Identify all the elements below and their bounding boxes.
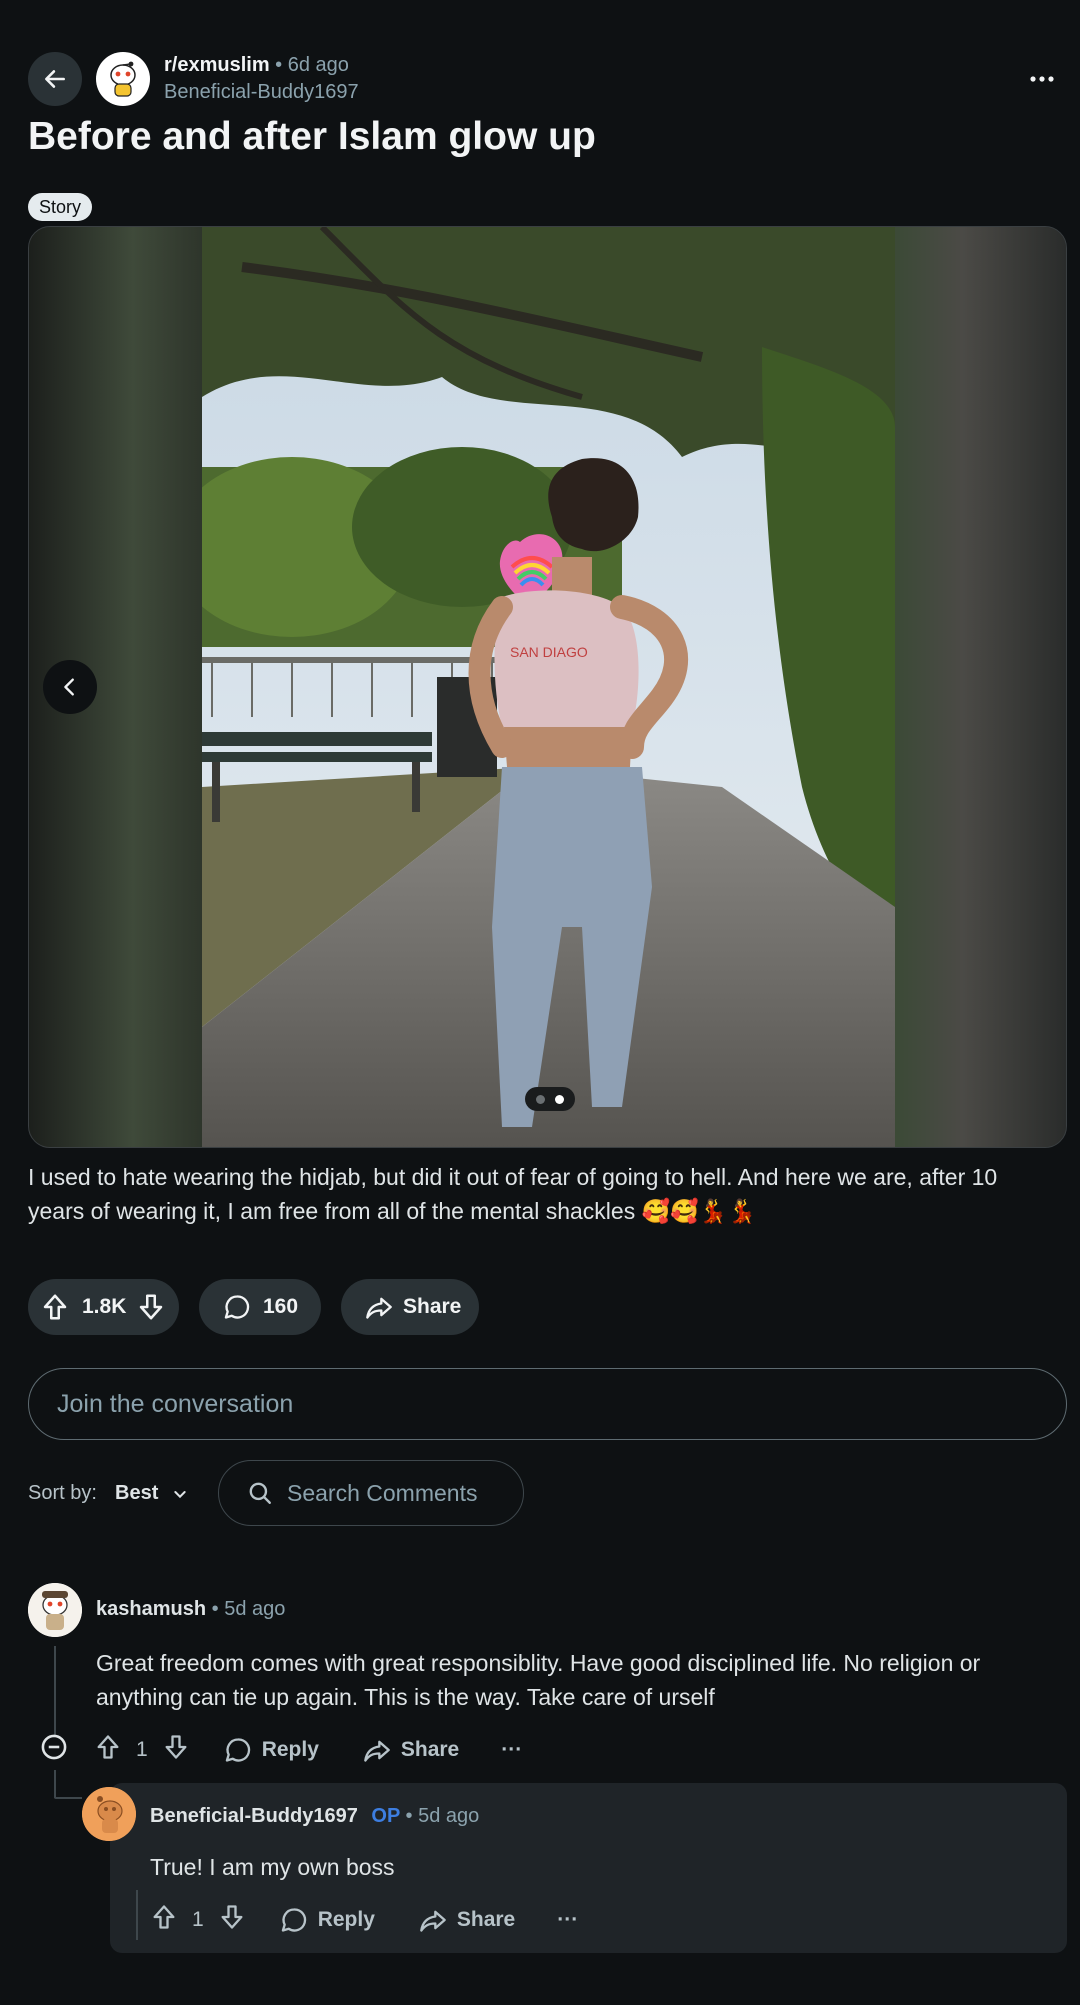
comment-username[interactable]: kashamush <box>96 1598 206 1620</box>
comment-actions: 1 Reply Share ··· <box>150 1900 578 1940</box>
more-horizontal-icon <box>1030 76 1054 82</box>
meta-separator: • <box>211 1598 219 1620</box>
join-conversation-input[interactable]: Join the conversation <box>28 1368 1067 1440</box>
chevron-down-icon <box>174 1490 186 1498</box>
more-options-button[interactable] <box>1030 66 1054 83</box>
thread-line <box>54 1646 56 1736</box>
search-comments-placeholder: Search Comments <box>287 1479 478 1506</box>
comment-count: 160 <box>263 1295 299 1318</box>
comment-author-line: Beneficial-Buddy1697 OP • 5d ago <box>150 1805 479 1828</box>
back-button[interactable] <box>28 52 82 106</box>
arrow-down-icon <box>221 1905 243 1929</box>
comment-bubble-icon <box>281 1908 306 1932</box>
chevron-left-icon <box>64 678 74 696</box>
collapse-button[interactable] <box>40 1733 68 1767</box>
arrow-up-icon <box>97 1735 119 1759</box>
post-author[interactable]: Beneficial-Buddy1697 <box>164 81 359 104</box>
share-label: Share <box>456 1908 516 1931</box>
avatar[interactable] <box>82 1787 136 1841</box>
reply-label: Reply <box>317 1908 375 1931</box>
comment-actions: 1 Reply Share ··· <box>40 1730 522 1770</box>
reply-button[interactable]: Reply <box>280 1906 375 1934</box>
comment-bubble-icon <box>225 1738 250 1762</box>
gallery-prev-button[interactable] <box>43 660 97 714</box>
share-label: Share <box>400 1738 460 1761</box>
post-time: 6d ago <box>287 54 349 76</box>
downvote-button[interactable] <box>162 1733 190 1767</box>
search-icon <box>249 1482 271 1504</box>
meta-separator: • <box>275 54 283 76</box>
gallery-page-indicator <box>525 1087 575 1111</box>
share-arrow-icon <box>420 1910 446 1932</box>
comment-time: 5d ago <box>418 1805 480 1827</box>
vote-count: 1 <box>192 1908 204 1931</box>
downvote-button[interactable] <box>136 1292 166 1322</box>
comment-time: 5d ago <box>224 1598 286 1620</box>
upvote-button[interactable] <box>150 1903 178 1937</box>
search-comments-input[interactable]: Search Comments <box>218 1460 524 1526</box>
collapse-minus-icon <box>41 1734 67 1760</box>
avatar[interactable] <box>28 1583 82 1637</box>
gallery-dot-2 <box>555 1094 564 1104</box>
post-body: I used to hate wearing the hidjab, but d… <box>28 1164 998 1224</box>
upvote-button[interactable] <box>94 1733 122 1767</box>
sort-label: Sort by: <box>28 1482 97 1504</box>
sort-value: Best <box>115 1482 159 1504</box>
svg-text:SAN DIAGO: SAN DIAGO <box>510 644 588 660</box>
post-flair[interactable]: Story <box>28 193 93 221</box>
comment-more-button[interactable]: ··· <box>501 1738 522 1762</box>
image-gallery[interactable]: SAN DIAGO <box>28 226 1067 1148</box>
reply-button[interactable]: Reply <box>224 1736 319 1764</box>
thread-line <box>136 1890 138 1940</box>
arrow-up-icon <box>153 1905 175 1929</box>
subreddit-avatar[interactable] <box>96 52 150 106</box>
share-arrow-icon <box>366 1297 392 1319</box>
arrow-left-icon <box>45 70 65 88</box>
post-photo: SAN DIAGO <box>202 227 895 1147</box>
reply-label: Reply <box>261 1738 319 1761</box>
snoo-avatar-icon <box>28 1583 82 1637</box>
arrow-down-icon <box>165 1735 187 1759</box>
comment-bubble-icon <box>224 1295 250 1319</box>
share-button[interactable]: Share <box>419 1906 515 1934</box>
vote-count: 1.8K <box>82 1295 127 1318</box>
vote-pill: 1.8K <box>28 1279 179 1335</box>
share-arrow-icon <box>364 1740 390 1762</box>
comment-more-button[interactable]: ··· <box>557 1908 578 1932</box>
snoo-avatar-icon <box>82 1787 136 1841</box>
post-title: Before and after Islam glow up <box>28 115 596 158</box>
snoo-mod-icon <box>110 61 136 97</box>
gallery-dot-1 <box>536 1094 545 1104</box>
meta-separator: • <box>405 1805 413 1827</box>
op-badge: OP <box>371 1805 400 1827</box>
downvote-button[interactable] <box>218 1903 246 1937</box>
arrow-up-icon <box>43 1294 67 1320</box>
share-label: Share <box>403 1295 462 1318</box>
upvote-button[interactable] <box>40 1292 70 1322</box>
arrow-down-icon <box>140 1294 163 1320</box>
subreddit-name[interactable]: r/exmuslim <box>164 54 270 76</box>
gallery-blur-right <box>893 227 1066 1147</box>
post-meta: r/exmuslim • 6d ago <box>164 54 349 77</box>
comment-author-line: kashamush • 5d ago <box>96 1598 285 1621</box>
thread-branch <box>54 1770 56 1798</box>
comment-text: True! I am my own boss <box>150 1854 395 1880</box>
thread-branch-h <box>54 1797 82 1799</box>
vote-count: 1 <box>136 1738 148 1761</box>
comment-text: Great freedom comes with great responsib… <box>96 1650 981 1710</box>
comment-username[interactable]: Beneficial-Buddy1697 <box>150 1805 358 1827</box>
share-button[interactable]: Share <box>341 1279 479 1335</box>
share-button[interactable]: Share <box>363 1736 459 1764</box>
comments-button[interactable]: 160 <box>199 1279 321 1335</box>
sort-dropdown[interactable]: Best <box>115 1482 188 1505</box>
